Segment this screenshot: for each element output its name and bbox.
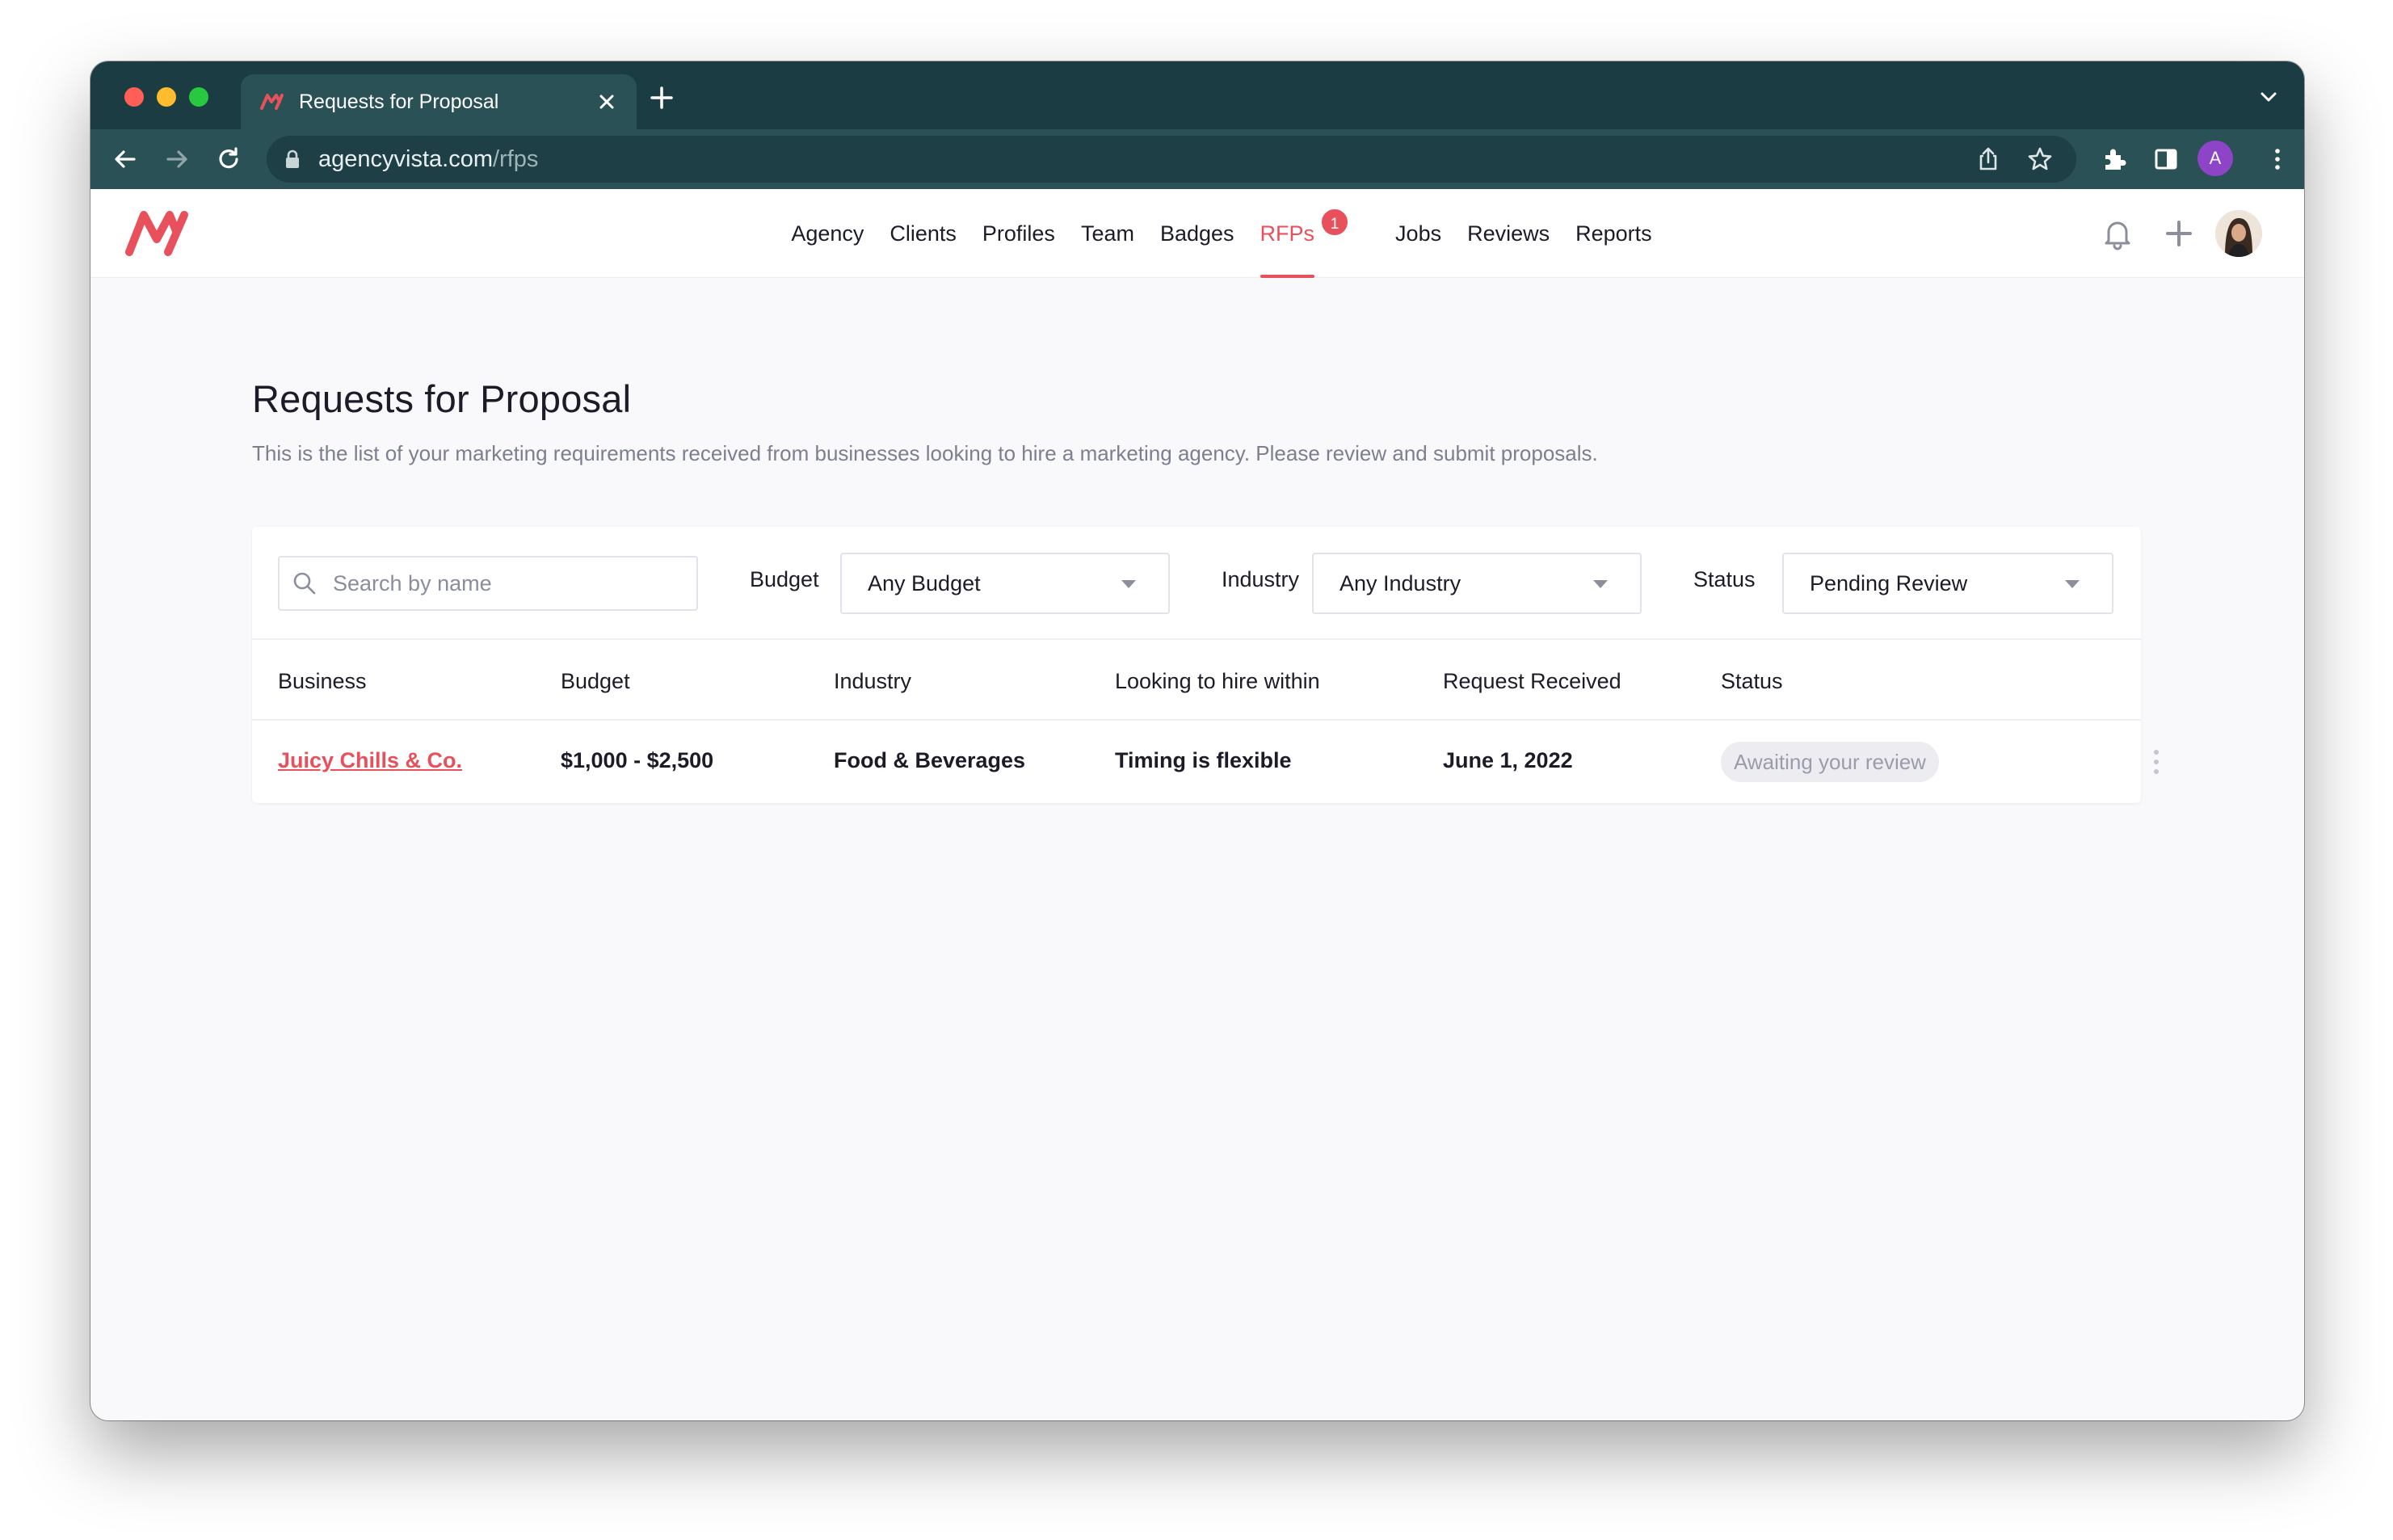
minimize-window-button[interactable]: [157, 87, 176, 107]
nav-item-profiles[interactable]: Profiles: [982, 189, 1055, 278]
column-header-industry[interactable]: Industry: [834, 669, 911, 694]
search-input[interactable]: [331, 570, 687, 597]
tab-strip: Requests for Proposal: [90, 61, 2304, 129]
url-path: /rfps: [493, 145, 539, 172]
caret-down-icon: [1121, 580, 1136, 588]
bell-icon[interactable]: [2101, 217, 2134, 250]
back-icon[interactable]: [111, 145, 139, 173]
reload-icon[interactable]: [215, 145, 242, 173]
nav-item-jobs[interactable]: Jobs: [1395, 189, 1441, 278]
nav-item-agency[interactable]: Agency: [791, 189, 864, 278]
tab-search-chevron-icon[interactable]: [2259, 89, 2278, 105]
rfps-count-badge: 1: [1319, 207, 1351, 238]
browser-window: Requests for Proposal agencyvista.com/rf…: [90, 61, 2304, 1420]
bookmark-star-icon[interactable]: [2026, 145, 2054, 173]
nav-item-rfps-label: RFPs: [1260, 221, 1315, 246]
lock-icon: [286, 149, 299, 168]
status-select[interactable]: Pending Review: [1782, 553, 2113, 614]
hire-within-cell: Timing is flexible: [1115, 748, 1292, 772]
browser-menu-icon[interactable]: [2264, 145, 2291, 173]
table-row[interactable]: Juicy Chills & Co. $1,000 - $2,500 Food …: [252, 721, 2159, 803]
status-badge: Awaiting your review: [1721, 742, 1939, 782]
business-name-link[interactable]: Juicy Chills & Co.: [278, 748, 462, 773]
budget-filter-label: Budget: [750, 567, 819, 591]
forward-icon[interactable]: [163, 145, 191, 173]
industry-select[interactable]: Any Industry: [1312, 553, 1642, 614]
maximize-window-button[interactable]: [189, 87, 208, 107]
filter-bar: Budget Any Budget Industry Any Industry …: [252, 527, 2141, 640]
address-bar[interactable]: agencyvista.com/rfps: [267, 136, 2076, 183]
nav-item-reviews[interactable]: Reviews: [1467, 189, 1550, 278]
close-tab-icon[interactable]: [596, 91, 617, 112]
industry-select-value: Any Industry: [1339, 570, 1461, 595]
url-domain: agencyvista.com: [318, 145, 493, 172]
column-header-budget[interactable]: Budget: [561, 669, 630, 694]
user-portrait-icon: [2215, 210, 2262, 257]
user-avatar[interactable]: [2215, 210, 2262, 257]
browser-toolbar: agencyvista.com/rfps A: [90, 129, 2304, 189]
industry-cell: Food & Beverages: [834, 748, 1026, 772]
more-vertical-icon[interactable]: [2152, 748, 2160, 776]
status-filter-label: Status: [1693, 567, 1756, 591]
browser-profile-avatar[interactable]: A: [2197, 141, 2233, 176]
table-header: Business Budget Industry Looking to hire…: [252, 640, 2141, 721]
nav-item-badges[interactable]: Badges: [1160, 189, 1234, 278]
column-header-hire-within[interactable]: Looking to hire within: [1115, 669, 1320, 694]
side-panel-icon[interactable]: [2152, 145, 2180, 173]
column-header-request-received[interactable]: Request Received: [1443, 669, 1621, 694]
rfp-table-card: Budget Any Budget Industry Any Industry …: [252, 527, 2159, 803]
main-nav: Agency Clients Profiles Team Badges RFPs…: [90, 189, 2304, 278]
caret-down-icon: [2065, 580, 2080, 588]
browser-tab[interactable]: Requests for Proposal: [241, 74, 637, 129]
plus-icon[interactable]: [2162, 217, 2196, 250]
request-received-cell: June 1, 2022: [1443, 748, 1573, 772]
status-select-value: Pending Review: [1810, 570, 1968, 595]
column-header-business[interactable]: Business: [278, 669, 367, 694]
nav-item-rfps[interactable]: RFPs 1: [1260, 189, 1351, 278]
industry-filter-label: Industry: [1222, 567, 1300, 591]
caret-down-icon: [1593, 580, 1608, 588]
share-icon[interactable]: [1975, 145, 2002, 173]
nav-item-reports[interactable]: Reports: [1575, 189, 1652, 278]
search-icon: [293, 572, 316, 595]
budget-select-value: Any Budget: [868, 570, 981, 595]
budget-cell: $1,000 - $2,500: [561, 748, 714, 772]
url-text: agencyvista.com/rfps: [318, 146, 538, 173]
nav-item-team[interactable]: Team: [1081, 189, 1134, 278]
search-field[interactable]: [278, 556, 698, 611]
app-header: Agency Clients Profiles Team Badges RFPs…: [90, 189, 2304, 278]
page-title: Requests for Proposal: [252, 377, 632, 420]
page-description: This is the list of your marketing requi…: [252, 441, 1598, 465]
extensions-icon[interactable]: [2101, 145, 2128, 173]
close-window-button[interactable]: [124, 87, 144, 107]
nav-item-clients[interactable]: Clients: [889, 189, 957, 278]
column-header-status[interactable]: Status: [1721, 669, 1783, 694]
new-tab-icon[interactable]: [650, 86, 674, 110]
budget-select[interactable]: Any Budget: [840, 553, 1170, 614]
tab-title: Requests for Proposal: [299, 90, 499, 113]
favicon-icon: [260, 94, 284, 110]
